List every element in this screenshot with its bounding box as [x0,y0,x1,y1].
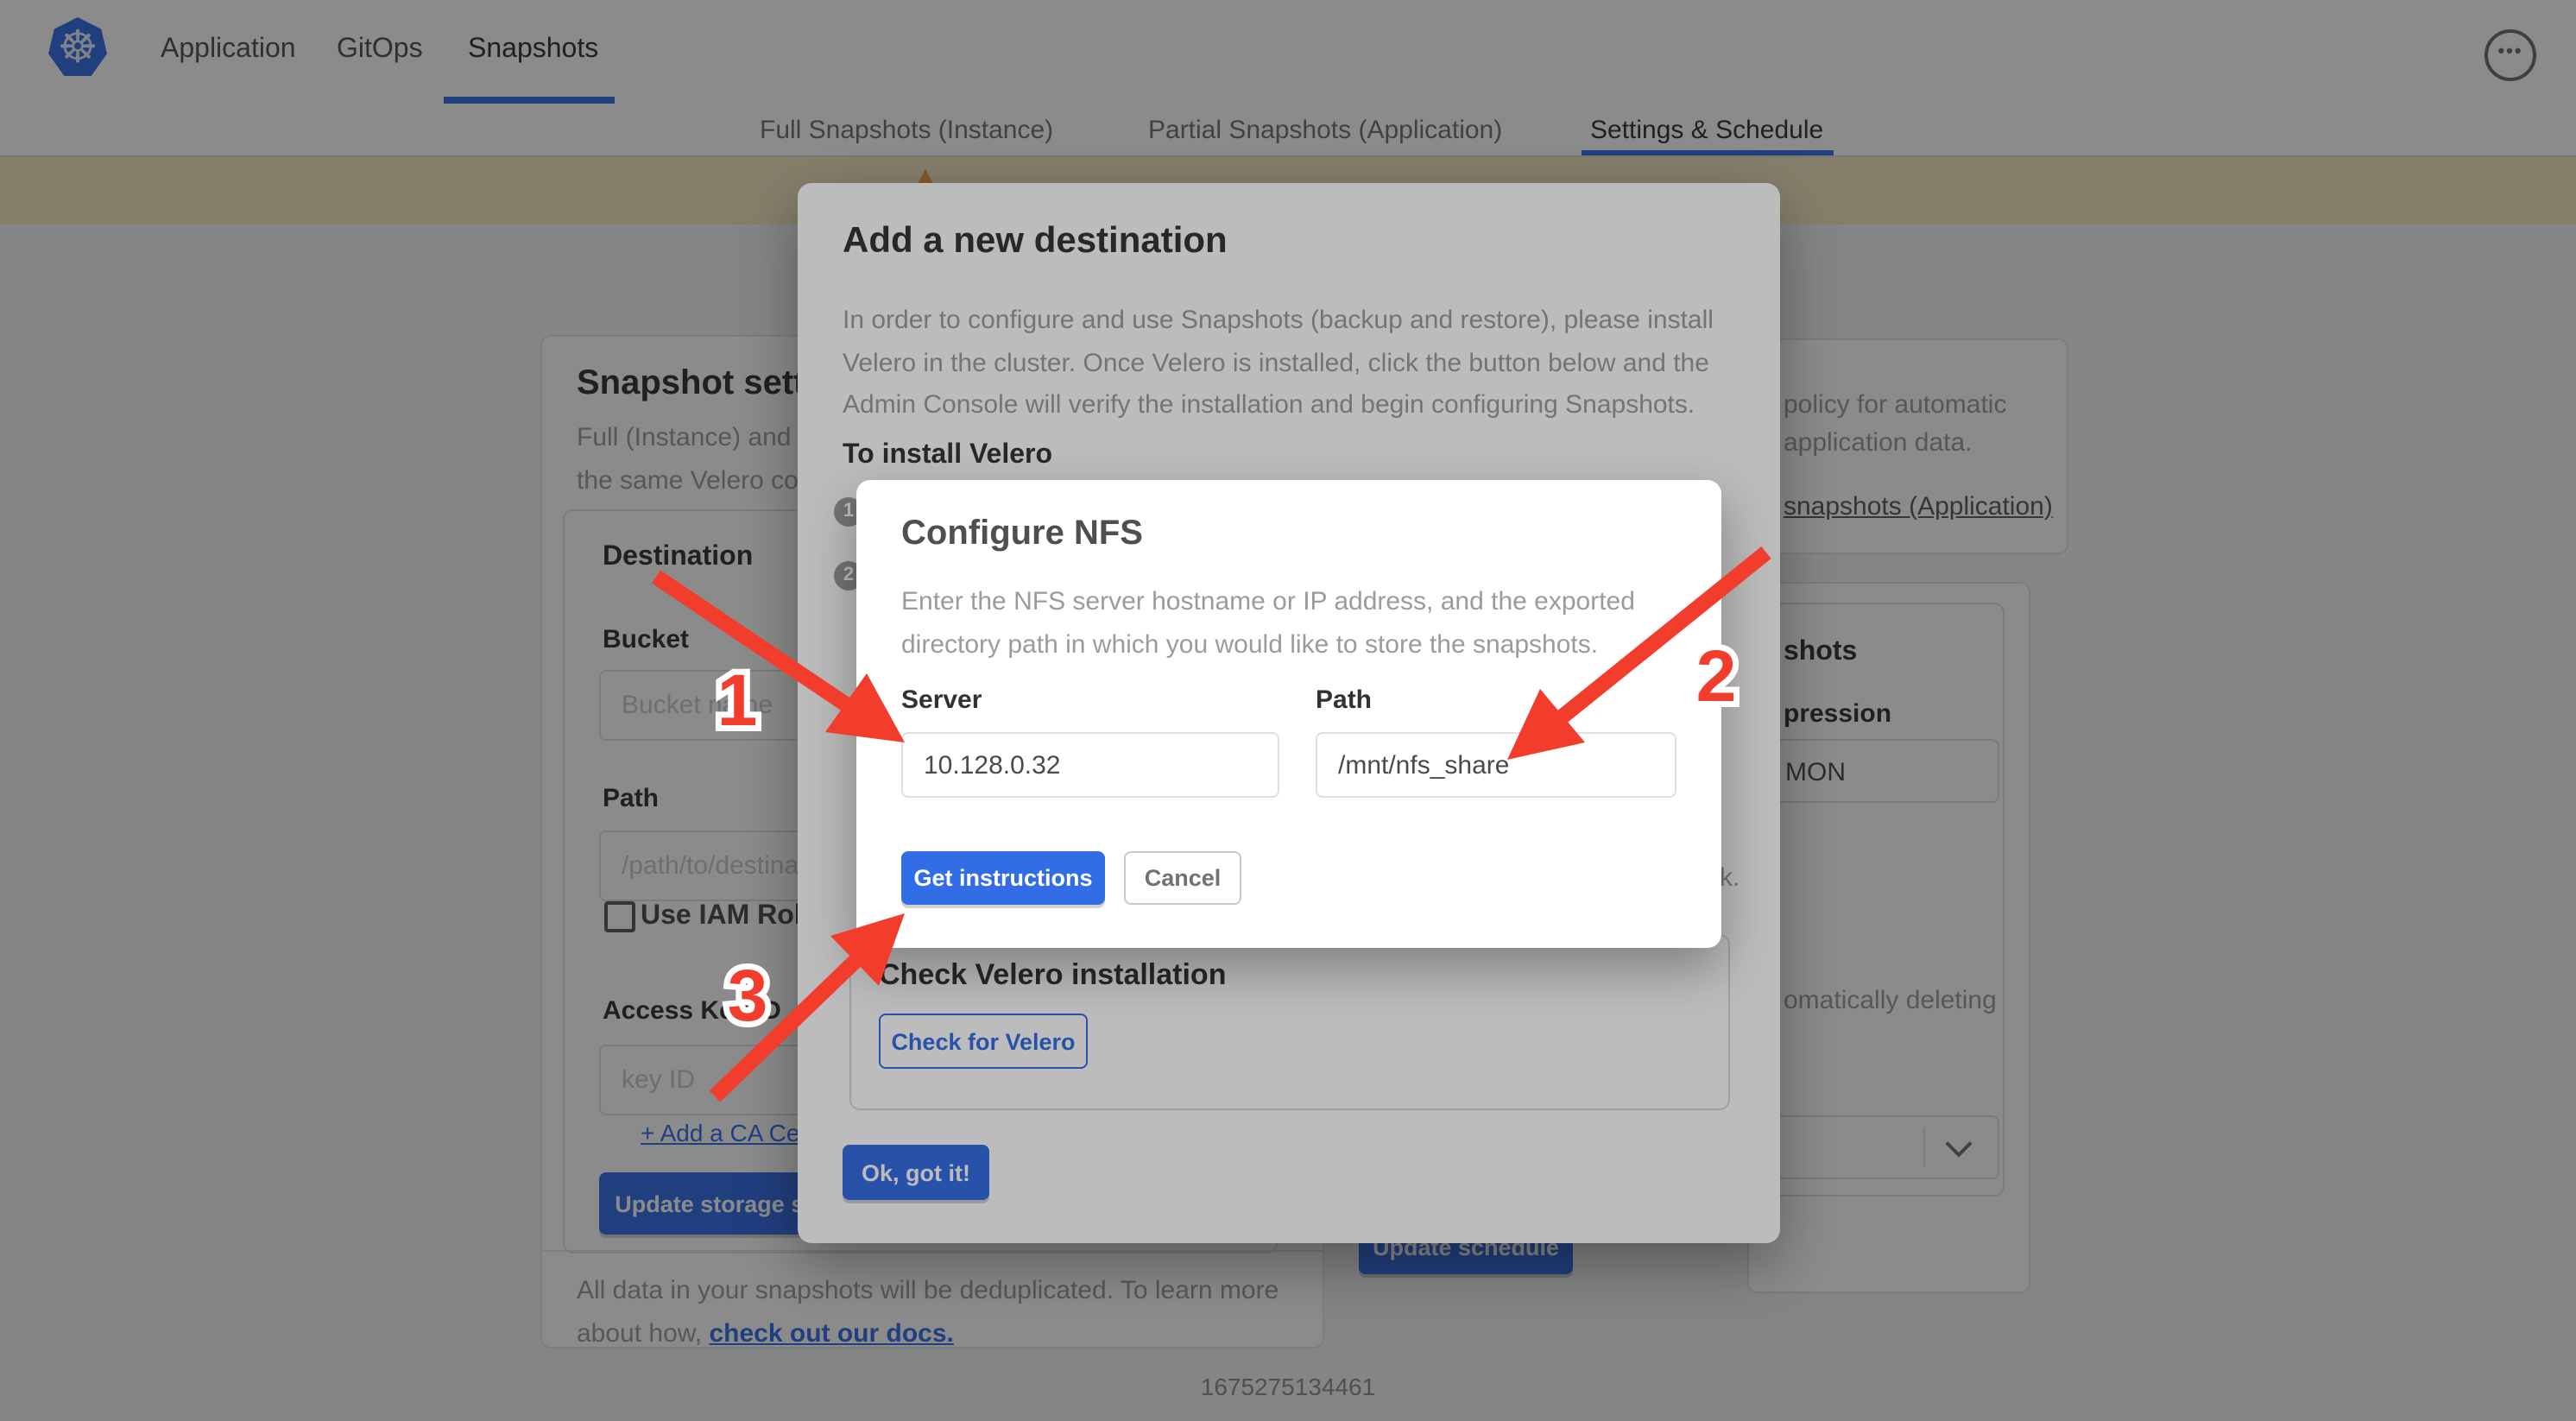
app-root: ☸ Application GitOps Snapshots ••• Full … [0,0,2576,1421]
configure-nfs-title: Configure NFS [901,515,1143,554]
configure-nfs-description: Enter the NFS server hostname or IP addr… [901,580,1635,666]
nfs-path-input[interactable] [1316,732,1676,798]
server-input[interactable] [901,732,1279,798]
nfs-path-label: Path [1316,685,1372,715]
get-instructions-button[interactable]: Get instructions [901,851,1105,905]
configure-nfs-modal: Configure NFS Enter the NFS server hostn… [856,480,1721,948]
cancel-button[interactable]: Cancel [1124,851,1241,905]
server-label: Server [901,685,982,715]
